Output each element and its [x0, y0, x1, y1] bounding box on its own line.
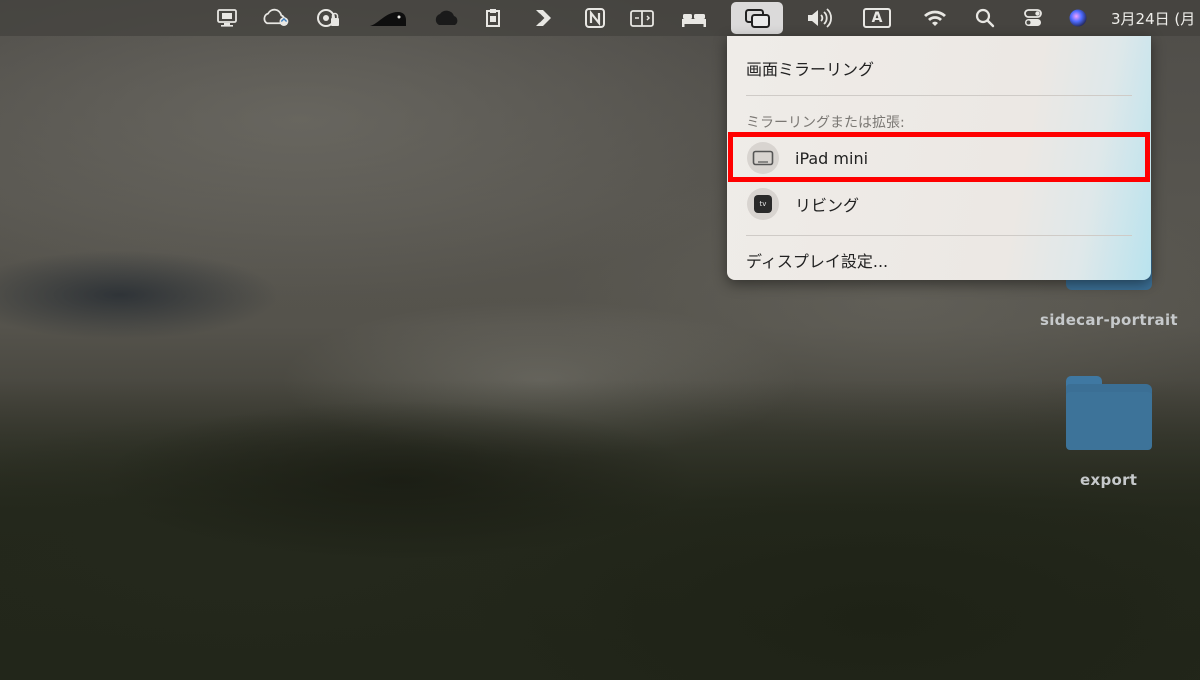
- split-view-icon[interactable]: [627, 5, 657, 31]
- location-lock-icon[interactable]: [313, 5, 343, 31]
- display-icon[interactable]: [212, 5, 242, 31]
- highlight-annotation: [728, 132, 1150, 182]
- wifi-icon[interactable]: [920, 5, 950, 31]
- wallpaper-fog: [0, 250, 280, 340]
- wedge-icon[interactable]: [368, 5, 408, 31]
- screen-mirroring-icon[interactable]: [731, 2, 783, 34]
- display-settings-item[interactable]: ディスプレイ設定...: [746, 248, 888, 272]
- input-source-label: A: [863, 8, 891, 28]
- separator: [746, 95, 1132, 96]
- desktop: sidecar-portrait export A 3月24日 (月 画面ミラー…: [0, 0, 1200, 680]
- device-label: リビング: [795, 196, 860, 215]
- device-item-living[interactable]: tv リビング: [741, 186, 1137, 222]
- apple-tv-icon: tv: [747, 188, 779, 220]
- desktop-item-label[interactable]: sidecar-portrait: [1040, 311, 1178, 329]
- input-source-icon[interactable]: A: [860, 5, 894, 31]
- section-label: ミラーリングまたは拡張:: [746, 115, 905, 131]
- control-center-icon[interactable]: [1018, 5, 1048, 31]
- panel-title: 画面ミラーリング: [746, 60, 875, 79]
- notion-icon[interactable]: [580, 5, 610, 31]
- clipboard-icon[interactable]: [478, 5, 508, 31]
- siri-icon[interactable]: [1063, 5, 1093, 31]
- bed-icon[interactable]: [679, 5, 709, 31]
- arrow-icon[interactable]: [528, 5, 558, 31]
- cloud-sync-icon[interactable]: [261, 5, 291, 31]
- wallpaper-forest-shadow: [100, 400, 700, 560]
- desktop-item-label[interactable]: export: [1080, 471, 1137, 489]
- menu-bar-clock[interactable]: 3月24日 (月: [1111, 8, 1195, 29]
- separator: [746, 235, 1132, 236]
- volume-icon[interactable]: [804, 5, 834, 31]
- menu-bar: A 3月24日 (月: [0, 0, 1200, 36]
- export-folder-icon[interactable]: [1066, 376, 1152, 450]
- cloud-icon[interactable]: [432, 5, 462, 31]
- apple-tv-badge: tv: [754, 195, 772, 213]
- search-icon[interactable]: [970, 5, 1000, 31]
